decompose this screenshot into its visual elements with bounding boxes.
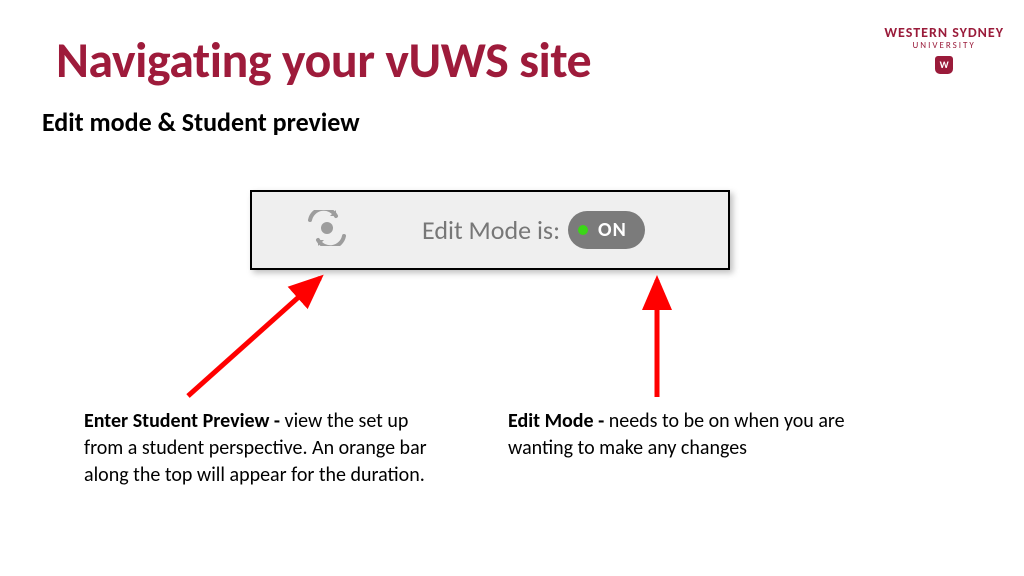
toggle-indicator-icon [578,225,588,235]
student-preview-icon[interactable] [302,210,352,251]
page-subtitle: Edit mode & Student preview [42,106,360,138]
edit-toolbar: Edit Mode is: ON [250,190,730,270]
logo-text-top: WESTERN SYDNEY [884,26,1004,40]
caption-edit-mode: Edit Mode - needs to be on when you are … [508,408,848,462]
toggle-state-label: ON [598,218,627,242]
caption-student-preview: Enter Student Preview - view the set up … [84,408,444,489]
slide: WESTERN SYDNEY UNIVERSITY W Navigating y… [0,0,1024,576]
arrow-right-icon [642,272,672,402]
edit-mode-label: Edit Mode is: [422,214,560,246]
edit-mode-toggle[interactable]: ON [568,211,645,249]
university-logo: WESTERN SYDNEY UNIVERSITY W [884,26,1004,74]
caption-lead: Enter Student Preview - [84,409,285,433]
caption-lead: Edit Mode - [508,409,609,433]
arrow-left-icon [170,268,340,408]
logo-shield-icon: W [935,56,953,74]
page-title: Navigating your vUWS site [56,30,591,91]
logo-text-sub: UNIVERSITY [884,41,1004,52]
